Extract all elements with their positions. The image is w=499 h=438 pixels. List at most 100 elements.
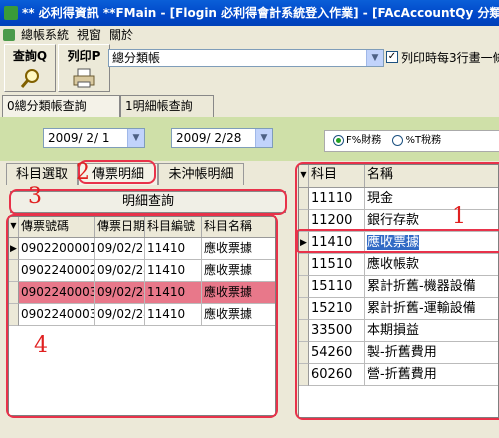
end-date-value: 2009/ 2/28: [176, 131, 242, 145]
table-row[interactable]: 54260 製-折舊費用: [299, 342, 498, 364]
table-cell: 銀行存款: [365, 210, 498, 232]
table-cell: 11410: [145, 304, 202, 326]
row-indicator: [299, 298, 309, 320]
row-indicator: [299, 364, 309, 386]
radio-tax[interactable]: [392, 134, 404, 146]
menu-about[interactable]: 關於: [105, 26, 137, 44]
table-cell: 0902240003: [19, 304, 95, 326]
table-cell: 11200: [309, 210, 365, 232]
print-line-checkbox[interactable]: ✓: [386, 51, 398, 63]
tab-account-select[interactable]: 科目選取: [6, 163, 78, 185]
sort-arrow-icon: ▼: [9, 217, 19, 237]
table-row[interactable]: 15110 累計折舊-機器設備: [299, 276, 498, 298]
query-button-label: 查詢Q: [12, 49, 48, 63]
table-cell: 0902240003: [19, 282, 95, 304]
chevron-down-icon[interactable]: ▼: [255, 129, 272, 147]
print-button[interactable]: 列印P: [58, 44, 110, 92]
radio-financial[interactable]: [333, 134, 344, 146]
account-name-text: 應收帳款: [367, 257, 420, 272]
row-indicator: [9, 260, 19, 282]
table-row[interactable]: 090224000209/02/2411410應收票據: [9, 260, 275, 282]
menu-bar: 總帳系統 視窗 關於: [0, 26, 499, 44]
table-cell: 09/02/24: [95, 282, 145, 304]
account-name-text: 累計折舊-機器設備: [367, 279, 476, 294]
table-cell: 本期損益: [365, 320, 498, 342]
radio-financial-label: F%財務: [346, 135, 382, 146]
table-cell: 11110: [309, 188, 365, 210]
table-cell: 應收票據: [202, 260, 275, 282]
table-cell: 累計折舊-機器設備: [365, 276, 498, 298]
row-indicator: ▶: [299, 232, 309, 254]
row-indicator: [299, 254, 309, 276]
account-name-text: 應收票據: [367, 235, 420, 250]
app-icon: [4, 6, 18, 20]
report-type-value: 總分類帳: [112, 51, 161, 65]
tab-voucher-detail[interactable]: 傳票明細: [78, 163, 158, 185]
magnifier-icon: [20, 69, 39, 88]
tab-uncleared-detail[interactable]: 未沖帳明細: [158, 163, 244, 185]
col-account-code[interactable]: 科目: [309, 165, 365, 187]
annotation-number-1: 1: [452, 204, 466, 229]
table-cell: 11410: [309, 232, 365, 254]
col-voucher-date[interactable]: 傳票日期: [95, 217, 145, 237]
table-row[interactable]: 11200 銀行存款: [299, 210, 498, 232]
table-cell: 應收票據: [202, 282, 275, 304]
account-name-text: 製-折舊費用: [367, 345, 437, 360]
annotation-number-2: 2: [76, 160, 90, 185]
voucher-grid[interactable]: ▼ 傳票號碼 傳票日期 科目編號 科目名稱 ▶ 0902200001 09/02/2…: [8, 216, 276, 416]
table-row[interactable]: 11110 現金: [299, 188, 498, 210]
query-button[interactable]: 查詢Q: [4, 44, 56, 92]
detail-query-button[interactable]: 明細查詢: [10, 191, 286, 213]
col-account-name[interactable]: 科目名稱: [202, 217, 275, 237]
account-name-text: 現金: [367, 191, 394, 206]
table-row[interactable]: ▶090220000109/02/2011410應收票據: [9, 238, 275, 260]
table-row[interactable]: ▶ 11410 應收票據: [299, 232, 498, 254]
col-account-no[interactable]: 科目編號: [145, 217, 202, 237]
account-name-text: 銀行存款: [367, 213, 420, 228]
chevron-down-icon[interactable]: ▼: [366, 50, 383, 66]
table-row[interactable]: 33500 本期損益: [299, 320, 498, 342]
sort-arrow-icon: ▼: [299, 165, 309, 187]
table-cell: 0902240002: [19, 260, 95, 282]
menu-general-ledger[interactable]: 總帳系統: [17, 26, 73, 44]
col-voucher-no[interactable]: 傳票號碼: [19, 217, 95, 237]
table-row[interactable]: 11510 應收帳款: [299, 254, 498, 276]
table-cell: 11510: [309, 254, 365, 276]
account-name-text: 營-折舊費用: [367, 367, 437, 382]
table-cell: 15110: [309, 276, 365, 298]
account-grid[interactable]: ▼ 科目 名稱 11110 現金 11200 銀行存款 ▶ 11410 應收票據 11510 應…: [298, 164, 499, 418]
row-indicator: [9, 304, 19, 326]
table-cell: 應收票據: [202, 238, 275, 260]
table-row[interactable]: 090224000309/02/2411410應收票據: [9, 282, 275, 304]
start-date-picker[interactable]: 2009/ 2/ 1 ▼: [43, 128, 145, 148]
table-row[interactable]: 15210 累計折舊-運輸設備: [299, 298, 498, 320]
window-title-bar: ** 必利得資訊 **FMain - [Flogin 必利得會計系統登入作業] …: [0, 0, 499, 26]
end-date-picker[interactable]: 2009/ 2/28 ▼: [171, 128, 273, 148]
table-cell: 11410: [145, 282, 202, 304]
start-date-value: 2009/ 2/ 1: [48, 131, 110, 145]
tax-basis-group: F%財務 %T稅務: [324, 130, 499, 152]
row-indicator: [299, 320, 309, 342]
table-cell: 09/02/20: [95, 238, 145, 260]
row-indicator: [299, 210, 309, 232]
table-cell: 54260: [309, 342, 365, 364]
report-type-select[interactable]: 總分類帳 ▼: [108, 49, 384, 67]
table-cell: 現金: [365, 188, 498, 210]
table-cell: 09/02/24: [95, 304, 145, 326]
table-cell: 累計折舊-運輸設備: [365, 298, 498, 320]
table-cell: 0902200001: [19, 238, 95, 260]
table-cell: 33500: [309, 320, 365, 342]
window-title: ** 必利得資訊 **FMain - [Flogin 必利得會計系統登入作業] …: [22, 6, 499, 20]
table-cell: 11410: [145, 260, 202, 282]
menu-app-icon[interactable]: [3, 29, 15, 41]
table-cell: 應收帳款: [365, 254, 498, 276]
table-row[interactable]: 60260 營-折舊費用: [299, 364, 498, 386]
tab-general-ledger[interactable]: 0總分類帳查詢: [2, 95, 120, 117]
tab-detail-ledger[interactable]: 1明細帳查詢: [120, 95, 214, 117]
col-account-title[interactable]: 名稱: [365, 165, 498, 187]
menu-window[interactable]: 視窗: [73, 26, 105, 44]
table-row[interactable]: 090224000309/02/2411410應收票據: [9, 304, 275, 326]
table-cell: 應收票據: [365, 232, 498, 254]
chevron-down-icon[interactable]: ▼: [127, 129, 144, 147]
row-indicator: [299, 276, 309, 298]
